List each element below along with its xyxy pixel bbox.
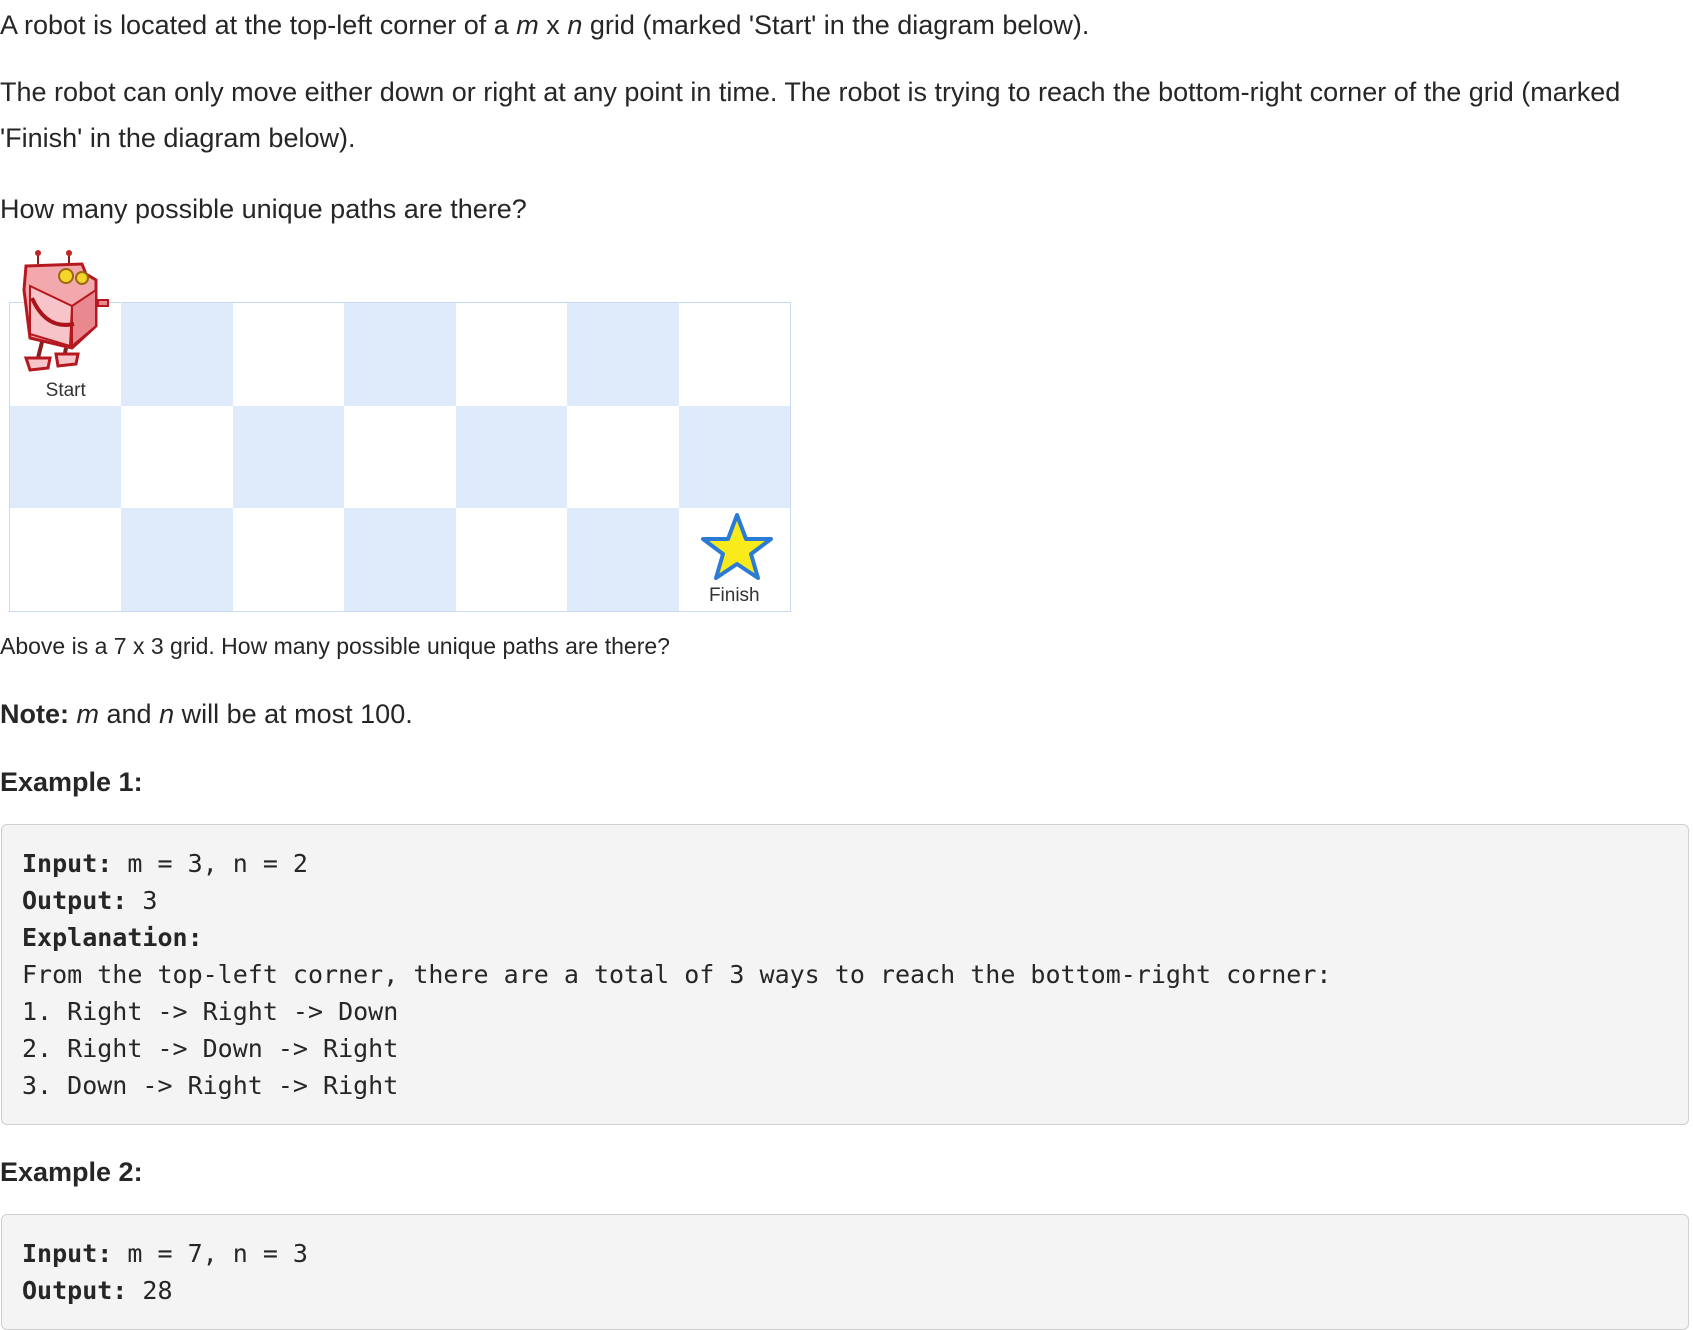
intro-paragraph-2: The robot can only move either down or r…: [0, 77, 1621, 153]
example-1-explanation-label: Explanation:: [22, 919, 1668, 956]
output-label: Output:: [22, 886, 128, 915]
grid-cell: [678, 303, 790, 406]
note-variable-n: n: [159, 699, 175, 729]
example-2-output-line: Output: 28: [22, 1272, 1668, 1309]
example-2-code-block: Input: m = 7, n = 3 Output: 28: [1, 1214, 1689, 1330]
example-1-code-block: Input: m = 3, n = 2 Output: 3 Explanation:…: [1, 824, 1689, 1125]
example-1-output-line: Output: 3: [22, 882, 1668, 919]
example-1-input-line: Input: m = 3, n = 2: [22, 845, 1668, 882]
grid-cell: [455, 405, 568, 509]
finish-label: Finish: [708, 584, 760, 606]
input-value: m = 3, n = 2: [112, 849, 308, 878]
note-variable-m: m: [76, 699, 100, 729]
example-1-heading: Example 1:: [0, 767, 143, 797]
example-2-input-line: Input: m = 7, n = 3: [22, 1235, 1668, 1272]
explanation-line: 3. Down -> Right -> Right: [22, 1071, 399, 1100]
grid-cell: [232, 508, 345, 611]
intro-question: How many possible unique paths are there…: [0, 194, 527, 224]
intro-paragraph-1: A robot is located at the top-left corne…: [0, 1, 1089, 49]
intro-text-end: grid (marked 'Start' in the diagram belo…: [582, 10, 1090, 40]
note-rest-text: will be at most 100.: [174, 699, 413, 729]
variable-m: m: [516, 10, 539, 40]
grid-cell: [232, 405, 345, 509]
output-label: Output:: [22, 1276, 128, 1305]
grid-cell: [121, 405, 233, 509]
grid-cell: [344, 405, 456, 509]
note-and-text: and: [99, 699, 160, 729]
explanation-line: 1. Right -> Right -> Down: [22, 997, 399, 1026]
note-label: Note:: [0, 699, 69, 729]
grid-cell: [121, 508, 233, 611]
input-label: Input:: [22, 849, 113, 878]
times-text: x: [538, 10, 568, 40]
intro-text: A robot is located at the top-left corne…: [0, 10, 517, 40]
grid-cell: [455, 303, 568, 406]
grid-cell: [344, 303, 456, 406]
robot-icon: [22, 250, 109, 372]
grid-cell: [455, 508, 568, 611]
grid-cell: [567, 303, 679, 406]
variable-n: n: [567, 10, 583, 40]
start-label: Start: [45, 379, 86, 401]
grid-cell: [678, 405, 790, 509]
grid-diagram: Start Finish: [0, 250, 800, 620]
grid-cell: [232, 303, 345, 406]
output-value: 28: [127, 1276, 173, 1305]
explanation-line: From the top-left corner, there are a to…: [22, 960, 1332, 989]
grid-cell: [10, 405, 122, 509]
grid-cell: [344, 508, 456, 611]
grid-cell: [567, 405, 679, 509]
output-value: 3: [127, 886, 158, 915]
grid-cell: [121, 303, 233, 406]
grid: Start Finish: [9, 302, 791, 612]
input-value: m = 7, n = 3: [112, 1239, 308, 1268]
grid-cell: [10, 508, 122, 611]
note-paragraph: Note: m and n will be at most 100.: [0, 690, 413, 738]
explanation-label: Explanation:: [22, 923, 203, 952]
input-label: Input:: [22, 1239, 113, 1268]
grid-caption: Above is a 7 x 3 grid. How many possible…: [0, 633, 670, 659]
example-2-heading: Example 2:: [0, 1157, 143, 1187]
explanation-line: 2. Right -> Down -> Right: [22, 1034, 399, 1063]
grid-cell: [567, 508, 679, 611]
star-icon: [701, 513, 773, 580]
